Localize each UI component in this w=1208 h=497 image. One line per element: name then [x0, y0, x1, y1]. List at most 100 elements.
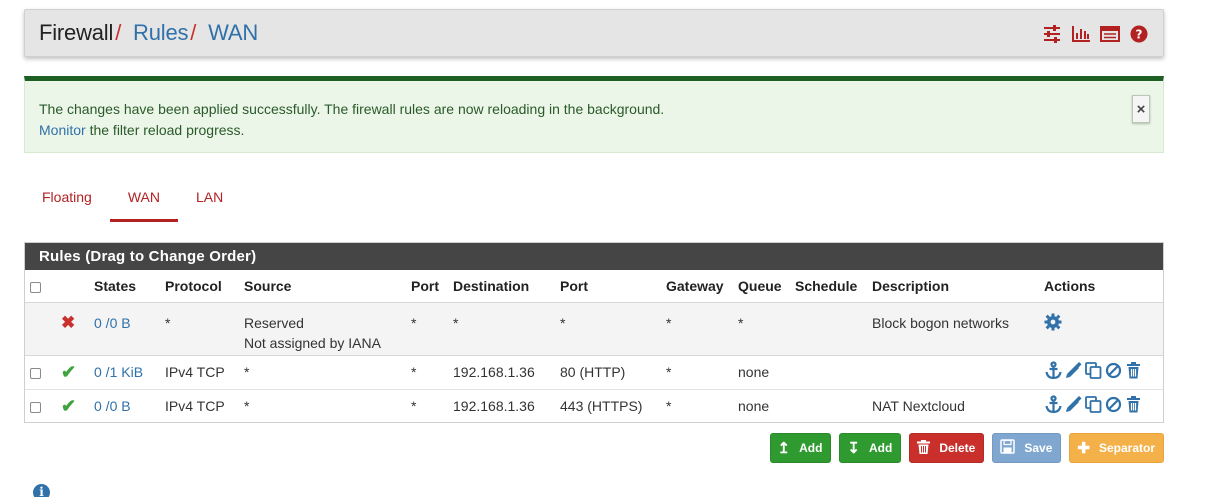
breadcrumb-separator: / [115, 20, 122, 45]
cell-description [867, 355, 1039, 389]
copy-icon[interactable] [1084, 395, 1103, 414]
anchor-icon[interactable] [1044, 361, 1063, 380]
pass-icon: ✔ [61, 361, 77, 382]
arrow-up-icon: ↥ [777, 440, 791, 457]
cell-gateway: * [666, 314, 672, 331]
cell-destination-port: 443 (HTTPS) [560, 398, 643, 415]
col-destination-port: Port [560, 277, 588, 294]
list-table-icon[interactable] [1100, 24, 1120, 44]
select-all-checkbox[interactable] [30, 281, 41, 293]
col-protocol: Protocol [165, 277, 222, 294]
col-actions: Actions [1044, 277, 1096, 294]
row-actions [1044, 395, 1143, 414]
bar-chart-icon[interactable] [1071, 24, 1091, 44]
col-source-port: Port [411, 277, 439, 294]
cell-gateway: * [666, 398, 672, 415]
rules-panel: Rules (Drag to Change Order) States Prot… [24, 242, 1164, 423]
cell-schedule [790, 389, 867, 423]
page-header: Firewall/ Rules/ WAN ? [24, 9, 1164, 57]
breadcrumb-firewall: Firewall [39, 20, 114, 45]
table-row-bogon: ✖ 0 /0 B * Reserved Not assigned by IANA… [25, 302, 1163, 355]
plus-icon: ✚ [1077, 440, 1090, 457]
rule-button-bar: ↥ Add ↧ Add Delete Save ✚ Separator [769, 433, 1164, 463]
cell-destination: 192.168.1.36 [453, 364, 535, 380]
cell-queue: * [738, 314, 744, 331]
trash-icon[interactable] [1124, 395, 1143, 414]
cell-source-port: * [411, 364, 417, 380]
cell-schedule [790, 302, 867, 355]
cell-description: Block bogon networks [872, 314, 1009, 331]
gear-icon[interactable] [1044, 313, 1062, 334]
cell-source: * [244, 398, 250, 415]
sliders-icon[interactable] [1042, 24, 1062, 44]
rules-table: States Protocol Source Port Destination … [25, 270, 1163, 423]
block-icon: ✖ [61, 312, 76, 332]
disable-icon[interactable] [1104, 361, 1123, 380]
row-actions [1044, 361, 1143, 380]
cell-queue: none [738, 398, 770, 415]
breadcrumb-separator: / [190, 20, 197, 45]
monitor-link[interactable]: Monitor [39, 122, 86, 138]
alert-message: The changes have been applied successful… [39, 101, 665, 117]
alert-message-line2: Monitor the filter reload progress. [39, 120, 1149, 141]
table-row: ✔ 0 /1 KiB IPv4 TCP * * 192.168.1.36 80 … [25, 355, 1163, 389]
trash-icon[interactable] [1124, 361, 1143, 380]
cell-protocol: IPv4 TCP [165, 398, 225, 415]
breadcrumb-wan[interactable]: WAN [208, 20, 258, 45]
save-button[interactable]: Save [992, 433, 1062, 463]
cell-protocol: * [165, 314, 171, 331]
tab-floating[interactable]: Floating [24, 180, 110, 222]
col-description: Description [872, 277, 950, 294]
select-all-header [25, 270, 56, 302]
floppy-icon [1000, 439, 1016, 457]
col-schedule: Schedule [795, 277, 858, 294]
breadcrumb: Firewall/ Rules/ WAN [39, 20, 258, 46]
table-header-row: States Protocol Source Port Destination … [25, 270, 1163, 302]
cell-source-port: * [411, 314, 417, 331]
col-destination: Destination [453, 277, 530, 294]
header-shortcuts: ? [1042, 24, 1149, 44]
alert-close-button[interactable]: × [1132, 95, 1150, 123]
interface-tabs: Floating WAN LAN [24, 180, 241, 222]
svg-text:?: ? [1136, 28, 1143, 42]
pencil-icon[interactable] [1064, 395, 1083, 414]
states-link[interactable]: 0 /0 B [94, 315, 131, 331]
cell-destination-port: 80 (HTTP) [560, 364, 626, 380]
cell-source: Reserved Not assigned by IANA [244, 314, 381, 351]
col-queue: Queue [738, 277, 782, 294]
row-checkbox[interactable] [30, 402, 41, 414]
anchor-icon[interactable] [1044, 395, 1063, 414]
cell-source-port: * [411, 398, 417, 415]
col-gateway: Gateway [666, 277, 724, 294]
success-alert: The changes have been applied successful… [24, 76, 1164, 153]
disable-icon[interactable] [1104, 395, 1123, 414]
add-top-button[interactable]: ↥ Add [769, 433, 832, 463]
panel-title: Rules (Drag to Change Order) [25, 243, 1163, 270]
row-checkbox[interactable] [30, 367, 41, 379]
cell-source: * [244, 364, 250, 380]
copy-icon[interactable] [1084, 361, 1103, 380]
cell-destination-port: * [560, 314, 566, 331]
trash-icon [917, 439, 931, 457]
tab-wan[interactable]: WAN [109, 180, 179, 222]
help-icon[interactable]: ? [1129, 24, 1149, 44]
table-row: ✔ 0 /0 B IPv4 TCP * * 192.168.1.36 443 (… [25, 389, 1163, 423]
cell-destination: * [453, 314, 459, 331]
breadcrumb-rules[interactable]: Rules [133, 20, 188, 45]
info-icon[interactable]: i [33, 484, 50, 497]
col-states: States [94, 277, 137, 294]
cell-schedule [790, 355, 867, 389]
separator-button[interactable]: ✚ Separator [1069, 433, 1164, 463]
col-source: Source [244, 277, 292, 294]
tab-lan[interactable]: LAN [178, 180, 241, 222]
delete-button[interactable]: Delete [909, 433, 985, 463]
cell-description: NAT Nextcloud [872, 398, 965, 415]
cell-gateway: * [666, 364, 672, 380]
cell-queue: none [738, 364, 770, 380]
pencil-icon[interactable] [1064, 361, 1083, 380]
cell-protocol: IPv4 TCP [165, 364, 225, 380]
states-link[interactable]: 0 /1 KiB [94, 364, 143, 380]
states-link[interactable]: 0 /0 B [94, 398, 131, 414]
alert-message-rest: the filter reload progress. [85, 122, 245, 138]
add-bottom-button[interactable]: ↧ Add [839, 433, 902, 463]
